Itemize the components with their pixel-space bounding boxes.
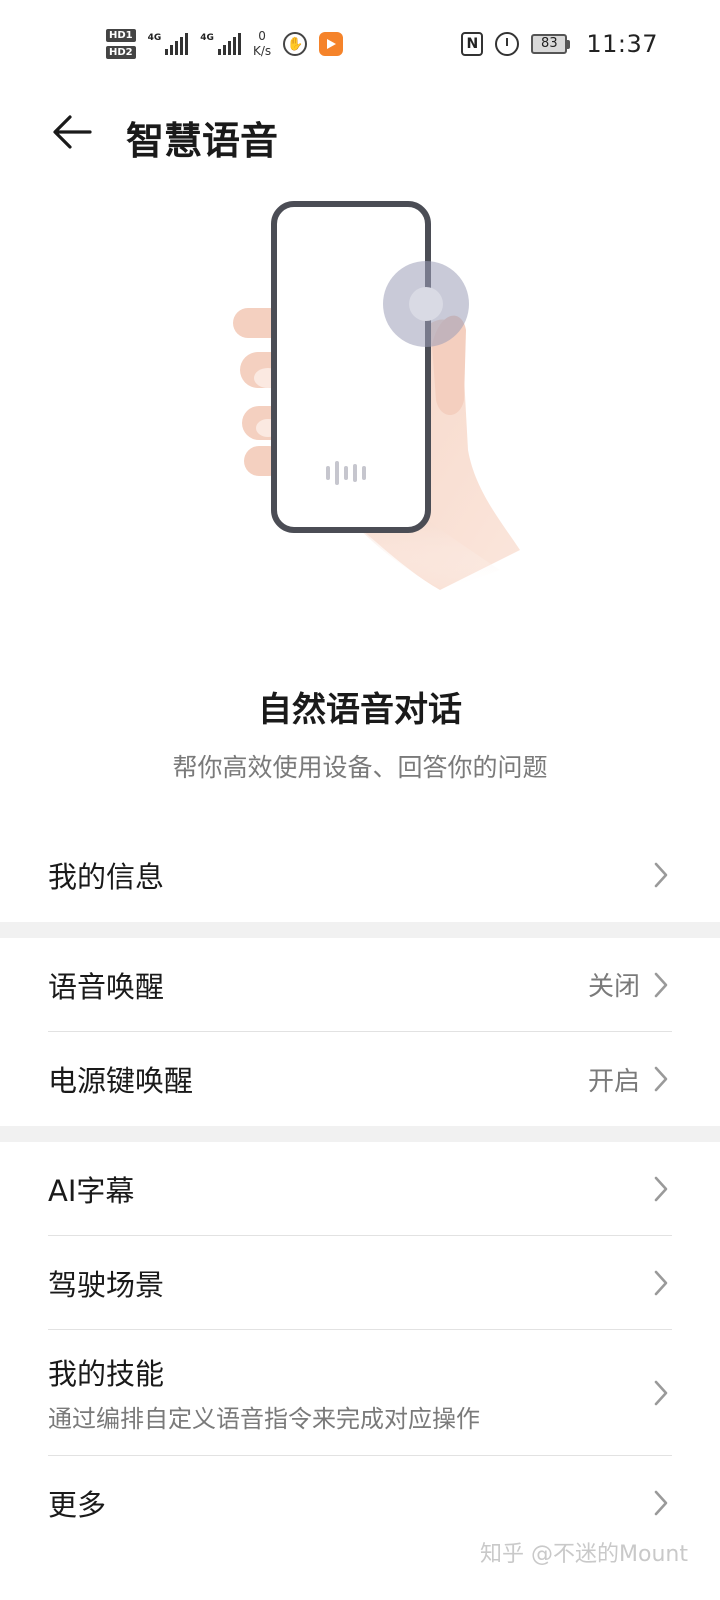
chevron-right-icon xyxy=(650,1489,672,1517)
phone-voice-illustration xyxy=(233,201,520,590)
row-right xyxy=(650,1236,672,1329)
row-label: 我的技能 xyxy=(48,1357,165,1391)
voice-wakeup-status: 关闭 xyxy=(587,972,640,1002)
signal-1-tag: 4G xyxy=(147,33,162,43)
chevron-right-icon xyxy=(650,1269,672,1297)
row-right: 关闭 xyxy=(588,938,672,1031)
hand-icon: ✋ xyxy=(283,32,308,56)
chevron-right-icon xyxy=(650,1379,672,1407)
settings-group-3: AI字幕 驾驶场景 我的技能 通过编排自定义语音指令来完成对应操作 更多 xyxy=(0,1142,720,1550)
row-label: AI字幕 xyxy=(48,1173,135,1208)
row-label: 我的信息 xyxy=(48,860,165,894)
chevron-right-icon xyxy=(650,861,672,889)
arrow-left-icon xyxy=(53,115,92,149)
row-text: 我的技能 通过编排自定义语音指令来完成对应操作 xyxy=(48,1351,480,1434)
row-right: 开启 xyxy=(588,1032,672,1126)
signal-2-tag: 4G xyxy=(200,33,214,43)
row-label: 电源键唤醒 xyxy=(48,1064,194,1098)
page-title: 智慧语音 xyxy=(126,119,279,163)
settings-group-2: 语音唤醒 关闭 电源键唤醒 开启 xyxy=(0,938,720,1126)
battery-tip xyxy=(567,39,571,49)
network-speed-value: 0 xyxy=(258,29,266,43)
group-separator xyxy=(0,922,720,938)
network-speed-unit: K/s xyxy=(252,44,272,58)
row-subtitle: 通过编排自定义语音指令来完成对应操作 xyxy=(48,1405,480,1433)
chevron-right-icon xyxy=(650,1065,672,1093)
row-ai-subtitles[interactable]: AI字幕 xyxy=(48,1142,672,1236)
network-speed: 0 K/s xyxy=(253,29,271,59)
clock: 11:37 xyxy=(586,30,658,58)
watermark: 知乎 @不迷的Mount xyxy=(480,1542,688,1567)
signal-1-icon: 4G xyxy=(148,33,189,55)
row-label: 驾驶场景 xyxy=(48,1267,165,1302)
status-bar-right: N 83 11:37 xyxy=(461,30,658,58)
battery-level: 83 xyxy=(531,34,568,54)
power-key-wakeup-status: 开启 xyxy=(587,1066,640,1097)
hd-indicators: HD1 HD2 xyxy=(106,29,136,59)
group-separator xyxy=(0,1126,720,1142)
title-bar: 智慧语音 xyxy=(0,88,720,174)
smart-voice-settings-page: HD1 HD2 4G 4G 0 K/s ✋ N 83 11:37 智慧语音 自然… xyxy=(0,0,720,1600)
row-label: 更多 xyxy=(48,1488,107,1522)
chevron-right-icon xyxy=(650,1175,672,1203)
app-icon xyxy=(319,32,344,56)
row-voice-wakeup[interactable]: 语音唤醒 关闭 xyxy=(48,938,672,1032)
hd1-badge: HD1 xyxy=(106,29,136,42)
settings-group-1: 我的信息 xyxy=(0,828,720,922)
row-driving-scene[interactable]: 驾驶场景 xyxy=(48,1236,672,1330)
row-power-key-wakeup[interactable]: 电源键唤醒 开启 xyxy=(48,1032,672,1126)
feature-title: 自然语音对话 xyxy=(258,690,462,730)
hd2-badge: HD2 xyxy=(106,46,136,59)
status-bar: HD1 HD2 4G 4G 0 K/s ✋ N 83 11:37 xyxy=(0,0,720,88)
row-right xyxy=(650,1142,672,1235)
status-bar-left: HD1 HD2 4G 4G 0 K/s ✋ xyxy=(106,29,344,59)
alarm-icon xyxy=(495,32,520,56)
back-button[interactable] xyxy=(46,106,98,158)
feature-subtitle: 帮你高效使用设备、回答你的问题 xyxy=(172,753,548,782)
row-right xyxy=(650,828,672,922)
signal-2-icon: 4G xyxy=(200,33,241,55)
chevron-right-icon xyxy=(650,971,672,999)
row-my-info[interactable]: 我的信息 xyxy=(48,828,672,922)
nfc-icon: N xyxy=(461,32,484,56)
row-label: 语音唤醒 xyxy=(48,969,165,1004)
row-right xyxy=(650,1330,672,1455)
row-my-skills[interactable]: 我的技能 通过编排自定义语音指令来完成对应操作 xyxy=(48,1330,672,1456)
battery-indicator: 83 xyxy=(531,34,571,54)
